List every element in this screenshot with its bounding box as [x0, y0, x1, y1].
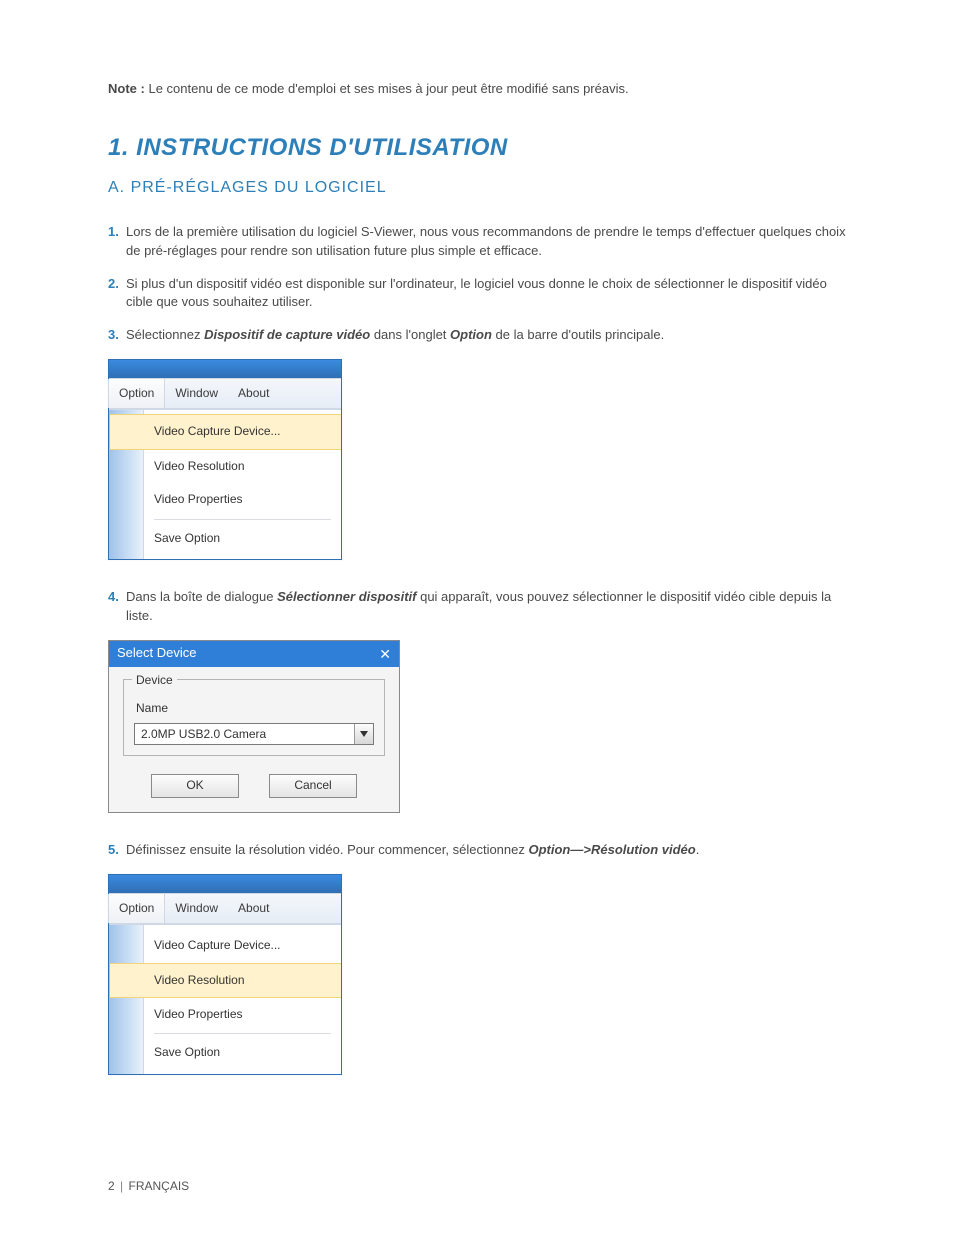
menu-bar: Option Window About [109, 893, 341, 924]
window-titlebar-strip [109, 360, 341, 378]
menubar-about[interactable]: About [228, 894, 279, 923]
figure-option-menu-capture: Option Window About Video Capture Device… [108, 359, 342, 560]
step-text-bold: Sélectionner dispositif [277, 589, 416, 604]
page-number: 2 [108, 1179, 115, 1193]
dropdown-menu: Video Capture Device... Video Resolution… [109, 924, 341, 1074]
step-number: 5. [108, 841, 126, 860]
footer-language: FRANÇAIS [129, 1179, 190, 1193]
menu-separator [154, 1033, 331, 1034]
menu-items: Video Capture Device... Video Resolution… [144, 410, 341, 559]
footer-separator: | [120, 1179, 123, 1193]
step-number: 4. [108, 588, 126, 626]
menu-item-video-capture-device[interactable]: Video Capture Device... [110, 414, 341, 449]
subsection-heading: A. PRÉ-RÉGLAGES DU LOGICIEL [108, 176, 846, 199]
dropdown-menu: Video Capture Device... Video Resolution… [109, 409, 341, 559]
device-fieldset: Device Name 2.0MP USB2.0 Camera [123, 679, 385, 756]
steps-list: 4. Dans la boîte de dialogue Sélectionne… [108, 588, 846, 626]
steps-list: 5. Définissez ensuite la résolution vidé… [108, 841, 846, 860]
step-4: 4. Dans la boîte de dialogue Sélectionne… [108, 588, 846, 626]
menu-item-save-option[interactable]: Save Option [144, 522, 341, 555]
step-text: Lors de la première utilisation du logic… [126, 223, 846, 261]
step-number: 3. [108, 326, 126, 345]
step-text-bold: Option—>Résolution vidéo [529, 842, 696, 857]
device-combo[interactable]: 2.0MP USB2.0 Camera [134, 723, 374, 745]
fieldset-legend: Device [132, 672, 177, 689]
step-number: 2. [108, 275, 126, 313]
step-text-fragment: Sélectionnez [126, 327, 204, 342]
step-text-fragment: . [696, 842, 700, 857]
step-text-fragment: Dans la boîte de dialogue [126, 589, 277, 604]
name-label: Name [136, 700, 374, 717]
menubar-option[interactable]: Option [108, 379, 165, 408]
ok-button[interactable]: OK [151, 774, 239, 798]
step-text-bold: Dispositif de capture vidéo [204, 327, 370, 342]
dialog-button-row: OK Cancel [123, 774, 385, 798]
section-heading: 1. INSTRUCTIONS D'UTILISATION [108, 131, 846, 166]
window-titlebar-strip [109, 875, 341, 893]
menu-item-video-resolution[interactable]: Video Resolution [144, 450, 341, 483]
menu-item-video-properties[interactable]: Video Properties [144, 998, 341, 1031]
page-footer: 2 | FRANÇAIS [108, 1178, 189, 1195]
step-number: 1. [108, 223, 126, 261]
step-3: 3. Sélectionnez Dispositif de capture vi… [108, 326, 846, 345]
note-line: Note : Le contenu de ce mode d'emploi et… [108, 80, 846, 99]
chevron-down-icon[interactable] [354, 724, 373, 744]
step-2: 2. Si plus d'un dispositif vidéo est dis… [108, 275, 846, 313]
close-icon[interactable]: ✕ [379, 644, 391, 664]
note-text: Le contenu de ce mode d'emploi et ses mi… [148, 81, 628, 96]
menu-gutter [109, 925, 144, 1074]
menu-item-video-capture-device[interactable]: Video Capture Device... [144, 929, 341, 962]
figure-select-device-dialog: Select Device ✕ Device Name 2.0MP USB2.0… [108, 640, 400, 813]
dialog-body: Device Name 2.0MP USB2.0 Camera OK Cance… [109, 667, 399, 812]
step-text-bold: Option [450, 327, 492, 342]
menubar-option[interactable]: Option [108, 894, 165, 923]
cancel-button[interactable]: Cancel [269, 774, 357, 798]
menu-item-video-resolution[interactable]: Video Resolution [110, 963, 341, 998]
menubar-about[interactable]: About [228, 379, 279, 408]
figure-option-menu-resolution: Option Window About Video Capture Device… [108, 874, 342, 1075]
step-text: Dans la boîte de dialogue Sélectionner d… [126, 588, 846, 626]
step-text: Sélectionnez Dispositif de capture vidéo… [126, 326, 846, 345]
step-text-fragment: dans l'onglet [370, 327, 450, 342]
device-combo-value: 2.0MP USB2.0 Camera [135, 724, 354, 744]
menubar-window[interactable]: Window [165, 379, 228, 408]
dialog-title: Select Device [117, 644, 196, 663]
step-1: 1. Lors de la première utilisation du lo… [108, 223, 846, 261]
step-text-fragment: Définissez ensuite la résolution vidéo. … [126, 842, 529, 857]
document-page: Note : Le contenu de ce mode d'emploi et… [0, 0, 954, 1235]
dialog-titlebar: Select Device ✕ [109, 641, 399, 667]
step-text-fragment: de la barre d'outils principale. [492, 327, 664, 342]
step-5: 5. Définissez ensuite la résolution vidé… [108, 841, 846, 860]
step-text: Si plus d'un dispositif vidéo est dispon… [126, 275, 846, 313]
menu-item-save-option[interactable]: Save Option [144, 1036, 341, 1069]
menubar-window[interactable]: Window [165, 894, 228, 923]
menu-items: Video Capture Device... Video Resolution… [144, 925, 341, 1074]
menu-bar: Option Window About [109, 378, 341, 409]
steps-list: 1. Lors de la première utilisation du lo… [108, 223, 846, 345]
step-text: Définissez ensuite la résolution vidéo. … [126, 841, 846, 860]
note-label: Note : [108, 81, 145, 96]
menu-item-video-properties[interactable]: Video Properties [144, 483, 341, 516]
menu-separator [154, 519, 331, 520]
